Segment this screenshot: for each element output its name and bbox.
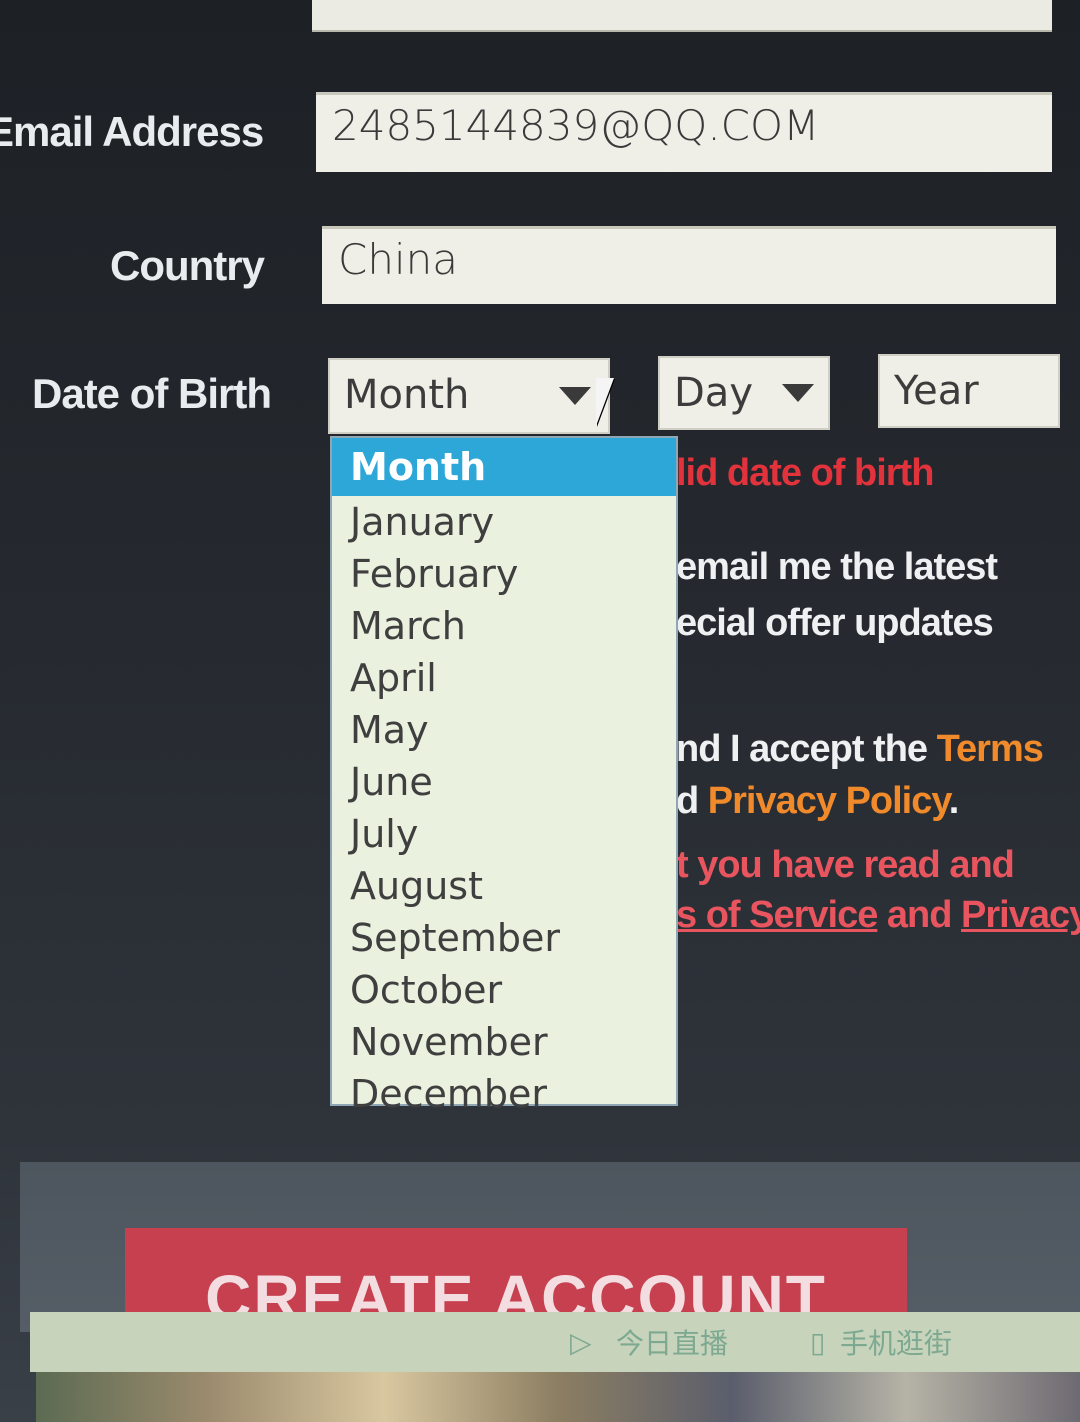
background-image-strip — [36, 1372, 1080, 1422]
dob-label: Date of Birth — [32, 370, 272, 417]
month-option[interactable]: May — [332, 704, 676, 756]
country-label: Country — [110, 242, 265, 289]
month-option[interactable]: October — [332, 964, 676, 1016]
day-select[interactable]: Day — [658, 356, 830, 430]
chevron-down-icon — [768, 358, 828, 428]
newsletter-line-2: ecial offer updates — [676, 602, 994, 644]
privacy-policy-link[interactable]: Privacy Policy — [708, 780, 950, 822]
month-select[interactable]: Month — [328, 358, 610, 434]
terms-link[interactable]: Terms — [937, 728, 1044, 770]
month-option[interactable]: November — [332, 1016, 676, 1068]
accept-terms-line-1: nd I accept the Terms — [676, 728, 1044, 771]
month-option[interactable]: September — [332, 912, 676, 964]
terms-error-and: and — [877, 894, 962, 936]
month-option[interactable]: June — [332, 756, 676, 808]
previous-field[interactable] — [312, 0, 1052, 32]
taskbar-item-live[interactable]: 今日直播 — [616, 1322, 728, 1362]
month-select-value: Month — [344, 372, 470, 418]
month-option[interactable]: April — [332, 652, 676, 704]
year-field[interactable]: Year — [878, 354, 1060, 428]
month-dropdown-list[interactable]: Month January February March April May J… — [330, 436, 678, 1116]
terms-of-service-link[interactable]: s of Service — [676, 894, 878, 936]
month-option[interactable]: Month — [332, 438, 676, 496]
terms-error-line-1: t you have read and — [676, 844, 1015, 886]
accept-text-2: d — [676, 780, 708, 822]
mouse-pointer-icon — [596, 378, 632, 426]
month-option[interactable]: January — [332, 496, 676, 548]
taskbar: ▷ 今日直播 ▯ 手机逛街 — [30, 1312, 1080, 1372]
month-option[interactable]: February — [332, 548, 676, 600]
taskbar-item-shopping[interactable]: 手机逛街 — [840, 1322, 952, 1362]
country-field[interactable]: China — [322, 226, 1056, 304]
play-icon[interactable]: ▷ — [570, 1326, 592, 1359]
month-option[interactable]: March — [332, 600, 676, 652]
accept-text: nd I accept the — [676, 728, 937, 770]
month-option[interactable]: August — [332, 860, 676, 912]
dob-error-message: lid date of birth — [676, 452, 934, 494]
email-field[interactable]: 2485144839@QQ.COM — [316, 92, 1052, 172]
terms-error-line-2: s of Service and Privacy — [676, 894, 1080, 937]
privacy-link[interactable]: Privacy — [961, 894, 1080, 936]
day-select-value: Day — [674, 370, 753, 416]
newsletter-line-1: email me the latest — [676, 546, 998, 588]
accept-period: . — [948, 780, 960, 822]
month-option[interactable]: December — [332, 1068, 676, 1120]
email-label: Email Address — [0, 108, 264, 155]
year-placeholder: Year — [894, 368, 979, 414]
phone-icon[interactable]: ▯ — [810, 1326, 825, 1359]
accept-terms-line-2: d Privacy Policy. — [676, 780, 960, 823]
month-option[interactable]: July — [332, 808, 676, 860]
